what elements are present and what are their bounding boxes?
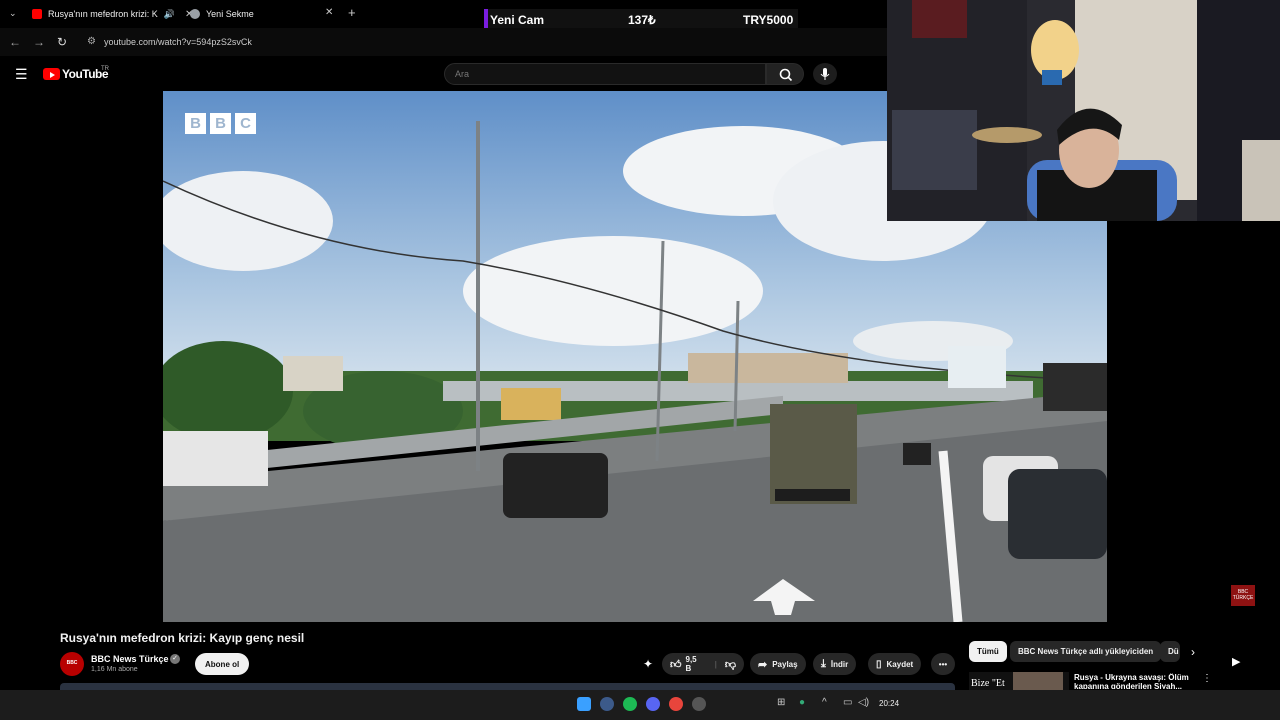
webcam-overlay [887,0,1280,221]
clock[interactable]: 20:24 [879,699,899,708]
tray-status-icon[interactable]: ● [799,697,805,708]
chrome-icon [190,9,200,19]
site-info-icon[interactable]: ⚙ [87,36,96,47]
bbc-watermark-b2: B [210,113,231,134]
spotify-icon[interactable] [623,697,637,711]
back-icon[interactable]: ← [9,35,21,49]
download-label: İndir [830,659,849,669]
more-actions-button[interactable]: ••• [931,653,955,675]
bbc-watermark: B B C [185,113,256,134]
share-button[interactable]: ➦ Paylaş [750,653,806,675]
taskbar [0,690,1280,720]
share-icon: ➦ [758,658,768,671]
more-vertical-icon[interactable]: ⋮ [1202,673,1212,684]
save-label: Kaydet [886,659,914,669]
chevron-right-icon[interactable]: › [1191,645,1195,659]
channel-watermark-badge[interactable]: BBC TÜRKÇE [1231,585,1255,606]
chip-from-uploader[interactable]: BBC News Türkçe adlı yükleyiciden [1010,641,1162,662]
network-icon[interactable]: ▭ [843,697,852,708]
start-icon[interactable] [577,697,591,711]
related-thumbnail[interactable]: Bize "Et [969,672,1069,690]
voice-search-button[interactable] [813,63,837,85]
new-tab-plus-icon[interactable]: + [348,5,356,20]
bbc-watermark-c: C [235,113,256,134]
verified-icon: ✓ [170,654,180,664]
related-title[interactable]: Rusya - Ukrayna savaşı: Ölüm kapanına gö… [1074,673,1196,689]
more-horizontal-icon: ••• [938,659,948,669]
share-label: Paylaş [772,659,798,669]
channel-name[interactable]: BBC News Türkçe [91,654,169,664]
overlay-total: TRY5000 [743,13,794,27]
url-field[interactable]: youtube.com/watch?v=594pzS2svCk [104,37,252,47]
channel-avatar[interactable]: BBC [60,652,84,676]
badge-line-2: TÜRKÇE [1232,595,1254,601]
reload-icon[interactable]: ↻ [57,35,67,49]
tab-list-chevron-icon[interactable]: ⌄ [9,8,17,19]
discord-icon[interactable] [646,697,660,711]
subscribe-button[interactable]: Abone ol [195,653,250,675]
forward-icon[interactable]: → [33,35,45,49]
thumbs-up-icon: 👍︎ [670,658,682,671]
chip-truncated[interactable]: Dü [1160,641,1180,662]
chrome-icon[interactable] [669,697,683,711]
volume-icon[interactable]: ◁) [858,697,869,708]
overlay-label: Yeni Cam [490,13,545,27]
like-button[interactable]: 👍︎ 9,5 B | 👎︎ [662,653,744,675]
youtube-icon [32,9,42,19]
related-thumb-text: Bize "Et [971,678,1005,689]
bookmark-icon: ▯ [876,658,882,670]
tab-video[interactable]: Rusya'nın mefedron krizi: K 🔊 ✕ [32,4,193,24]
search-icon [779,68,793,82]
tray-icon[interactable]: ⊞ [777,697,785,708]
menu-icon[interactable]: ☰ [15,66,28,83]
region-code: TR [101,66,109,72]
app-icon[interactable] [600,697,614,711]
download-button[interactable]: ⤓ İndir [813,653,857,675]
youtube-logo-icon[interactable] [43,68,60,80]
search-input[interactable]: Ara [444,63,766,85]
sparkle-icon[interactable]: ✦ [643,657,653,671]
video-title: Rusya'nın mefedron krizi: Kayıp genç nes… [60,631,305,645]
subscriber-count: 1,16 Mn abone [91,666,138,673]
close-icon[interactable]: ✕ [325,7,333,18]
search-button[interactable] [766,63,804,85]
download-icon: ⤓ [821,657,826,670]
thumbs-down-icon[interactable]: 👎︎ [725,658,736,671]
overlay-count: 137₺ [628,13,656,27]
chip-all[interactable]: Tümü [969,641,1007,662]
tray-chevron-icon[interactable]: ^ [822,697,827,708]
related-thumb-image [1013,672,1063,690]
steam-icon[interactable] [692,697,706,711]
bbc-watermark-b1: B [185,113,206,134]
tab-video-label: Rusya'nın mefedron krizi: K [48,9,158,19]
webcam-feed [887,0,1280,221]
save-button[interactable]: ▯ Kaydet [868,653,922,675]
speaker-icon[interactable]: 🔊 [164,9,175,20]
tab-new-label: Yeni Sekme [206,9,254,19]
microphone-icon [820,68,830,80]
like-count: 9,5 B [685,655,697,673]
description-box[interactable] [60,683,955,690]
tab-new[interactable]: Yeni Sekme [190,4,254,24]
play-icon[interactable]: ▶ [1232,655,1240,668]
